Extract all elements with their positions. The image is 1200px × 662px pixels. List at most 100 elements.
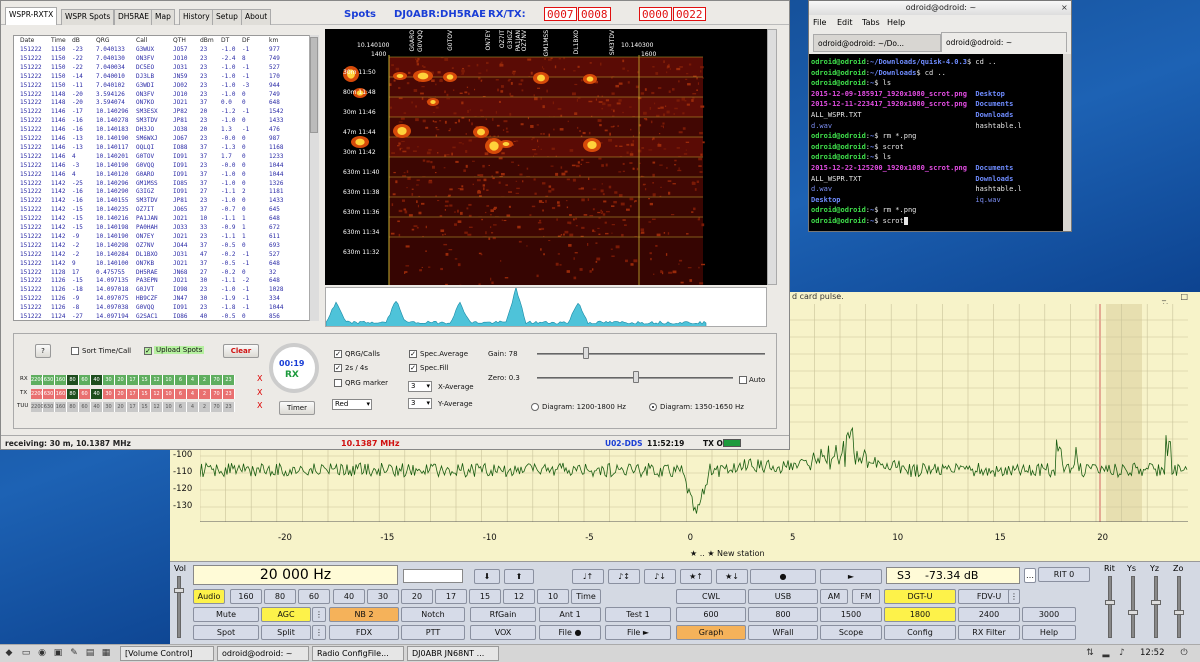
row2-button-2400[interactable]: 2400 (958, 607, 1020, 622)
taskbar-volume-control[interactable]: [Volume Control] (120, 646, 214, 661)
band-cell-23[interactable]: 23 (223, 402, 235, 412)
tab-history[interactable]: History (179, 9, 214, 25)
table-header[interactable]: km (269, 37, 278, 44)
band-cell-10[interactable]: 10 (163, 375, 175, 385)
rx-band-row[interactable]: 2200630 160 80 60 40 30 20 17 15 12 10 6 4 2 70 23 (31, 374, 235, 385)
spec-fill-checkbox[interactable]: ✓ (409, 364, 417, 372)
table-header[interactable]: dB (72, 37, 80, 44)
band-button-15[interactable]: 15 (469, 589, 501, 604)
taskbar-radio-config[interactable]: Radio ConfigFile... (312, 646, 404, 661)
row2-button-nb-2[interactable]: NB 2 (329, 607, 399, 622)
frequency-display[interactable]: 20 000 Hz (193, 565, 398, 585)
band-cell-17[interactable]: 17 (127, 389, 139, 399)
band-cell-15[interactable]: 15 (139, 402, 151, 412)
table-header[interactable]: Date (20, 37, 34, 44)
band-cell-17[interactable]: 17 (127, 402, 139, 412)
slider-knob-ys[interactable] (1128, 610, 1138, 615)
table-header[interactable]: QRG (96, 37, 110, 44)
slider-rit[interactable] (1108, 576, 1112, 638)
control-button-1[interactable]: ♪↕ (608, 569, 640, 584)
workspace-icon[interactable]: ▦ (100, 647, 112, 659)
band-button-60[interactable]: 60 (298, 589, 330, 604)
row3-button-vox[interactable]: VOX (470, 625, 536, 640)
editor-icon[interactable]: ✎ (68, 647, 80, 659)
table-header[interactable]: DF (242, 37, 250, 44)
waterfall-scrollbar[interactable] (767, 29, 777, 285)
rit-button[interactable]: RIT 0 (1038, 567, 1090, 582)
mode-button-fm[interactable]: FM (852, 589, 880, 604)
table-header[interactable]: Call (136, 37, 147, 44)
waterfall-display[interactable]: 10.140100 1400 10.140300 1600 G0ARO G0VQQ G0TO… (325, 29, 767, 285)
row3-button-help[interactable]: Help (1022, 625, 1076, 640)
band-cell-6[interactable]: 6 (175, 375, 187, 385)
tab-wspr-spots[interactable]: WSPR Spots (61, 9, 115, 25)
slider-zo[interactable] (1177, 576, 1181, 638)
x-average-select[interactable]: 3 (408, 381, 432, 392)
row2-button-test-1[interactable]: Test 1 (605, 607, 671, 622)
menu-tabs[interactable]: Tabs (862, 18, 880, 27)
upload-checkbox[interactable]: ✓ (144, 347, 152, 355)
slider-knob-rit[interactable] (1105, 600, 1115, 605)
tab-wspr-rxtx[interactable]: WSPR-RXTX (5, 7, 58, 25)
band-cell-630[interactable]: 630 (43, 375, 55, 385)
band-button-10[interactable]: 10 (537, 589, 569, 604)
row3-button-config[interactable]: Config (884, 625, 956, 640)
agc-menu-button[interactable]: ⋮ (312, 607, 326, 622)
sort-checkbox[interactable] (71, 347, 79, 355)
band-button-20[interactable]: 20 (401, 589, 433, 604)
row3-button-scope[interactable]: Scope (820, 625, 882, 640)
row2-button-600[interactable]: 600 (676, 607, 746, 622)
tab-dh5rae[interactable]: DH5RAE (114, 9, 153, 25)
band-cell-630[interactable]: 630 (43, 389, 55, 399)
band-button-80[interactable]: 80 (264, 589, 296, 604)
band-button-12[interactable]: 12 (503, 589, 535, 604)
band-cell-70[interactable]: 70 (211, 389, 223, 399)
tx-clear-icon[interactable]: X (257, 388, 262, 397)
band-cell-6[interactable]: 6 (175, 402, 187, 412)
band-cell-20[interactable]: 20 (115, 389, 127, 399)
table-header[interactable]: DT (221, 37, 229, 44)
band-cell-630[interactable]: 630 (43, 402, 55, 412)
band-cell-2200[interactable]: 2200 (31, 389, 44, 399)
row3-button-wfall[interactable]: WFall (748, 625, 818, 640)
band-cell-20[interactable]: 20 (115, 375, 127, 385)
color-select[interactable]: Red (332, 399, 372, 410)
band-cell-12[interactable]: 12 (151, 375, 163, 385)
row3-button-ptt[interactable]: PTT (401, 625, 465, 640)
rx-clear-icon[interactable]: X (257, 374, 262, 383)
band-cell-2200[interactable]: 2200 (31, 375, 44, 385)
network-icon[interactable]: ⇅ (1084, 647, 1096, 659)
menu-edit[interactable]: Edit (837, 18, 853, 27)
tab-about[interactable]: About (241, 9, 272, 25)
split-menu-button[interactable]: ⋮ (312, 625, 326, 640)
control-button-2[interactable]: ♪↓ (644, 569, 676, 584)
terminal-scrollbar[interactable] (1063, 54, 1071, 231)
band-cell-40[interactable]: 40 (91, 375, 103, 385)
browser-icon[interactable]: ◉ (36, 647, 48, 659)
row2-button-agc[interactable]: AGC (261, 607, 311, 622)
volume-icon[interactable]: ♪ (1116, 647, 1128, 659)
band-cell-12[interactable]: 12 (151, 402, 163, 412)
mode-button-usb[interactable]: USB (748, 589, 818, 604)
tuu-clear-icon[interactable]: X (257, 401, 262, 410)
spot-table-scroll-thumb[interactable] (310, 37, 318, 133)
help-button[interactable]: ? (35, 344, 51, 358)
band-cell-30[interactable]: 30 (103, 389, 115, 399)
row3-button-rx-filter[interactable]: RX Filter (958, 625, 1020, 640)
band-cell-160[interactable]: 160 (55, 402, 67, 412)
folder-icon[interactable]: ▤ (84, 647, 96, 659)
band-cell-40[interactable]: 40 (91, 402, 103, 412)
mode-button-am[interactable]: AM (820, 589, 848, 604)
control-button-4[interactable]: ★↓ (716, 569, 748, 584)
close-icon[interactable]: × (1061, 3, 1068, 12)
band-cell-6[interactable]: 6 (175, 389, 187, 399)
gain-slider[interactable] (537, 353, 765, 355)
row3-button-spot[interactable]: Spot (193, 625, 259, 640)
arrow-down-button[interactable]: ⬇ (474, 569, 500, 584)
terminal-titlebar[interactable]: odroid@odroid: ~ (809, 1, 1071, 15)
slider-yz[interactable] (1154, 576, 1158, 638)
band-cell-20[interactable]: 20 (115, 402, 127, 412)
control-button-0[interactable]: ♩↑ (572, 569, 604, 584)
band-cell-4[interactable]: 4 (187, 375, 199, 385)
spec-average-checkbox[interactable]: ✓ (409, 350, 417, 358)
